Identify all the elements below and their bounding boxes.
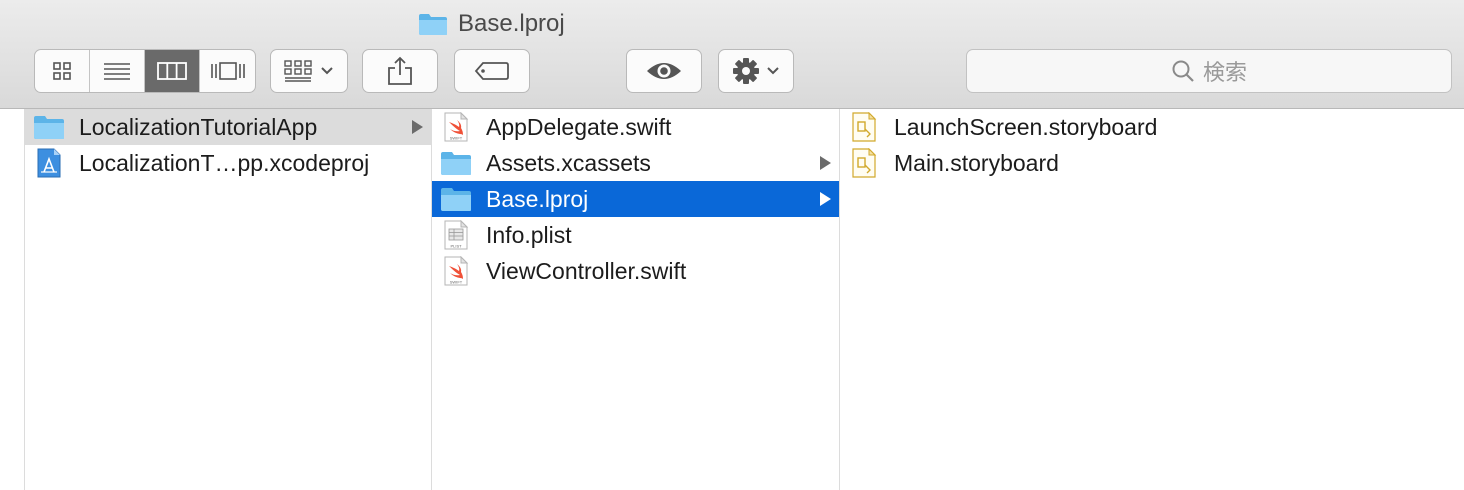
disclosure-arrow-icon [820, 192, 831, 206]
tag-icon [474, 62, 509, 80]
window-title-text: Base.lproj [458, 10, 565, 37]
list-item[interactable]: Assets.xcassets [432, 145, 839, 181]
gear-icon [733, 58, 759, 84]
eye-icon [647, 63, 681, 79]
list-item-label: AppDelegate.swift [486, 113, 672, 140]
svg-text:PLIST: PLIST [450, 244, 462, 249]
cover-flow-view-button[interactable] [200, 50, 255, 92]
tag-button[interactable] [454, 49, 530, 93]
folder-icon [33, 112, 65, 142]
svg-text:SWIFT: SWIFT [450, 280, 463, 285]
storyboard-file-icon [848, 112, 880, 142]
column-1[interactable]: LocalizationTutorialApp LocalizationT…pp.… [24, 109, 432, 490]
search-placeholder: 検索 [1202, 60, 1247, 85]
list-item[interactable]: SWIFT ViewController.swift [432, 253, 839, 289]
list-item-label: Base.lproj [486, 185, 589, 212]
list-view-button[interactable] [90, 50, 145, 92]
list-item-label: Assets.xcassets [486, 149, 651, 176]
window-title: Base.lproj [418, 8, 565, 40]
finder-window: Base.lproj 検索 LocalizationTutorialApp Lo… [0, 0, 1464, 490]
list-icon [104, 63, 130, 80]
coverflow-icon [210, 62, 245, 80]
swift-file-icon: SWIFT [440, 256, 472, 286]
disclosure-arrow-icon [412, 120, 423, 134]
quick-look-button[interactable] [626, 49, 702, 93]
chevron-down-icon [767, 67, 779, 75]
list-item[interactable]: Main.storyboard [840, 145, 1464, 181]
folder-icon [440, 148, 472, 178]
icon-view-button[interactable] [35, 50, 90, 92]
list-item-label: ViewController.swift [486, 257, 687, 284]
list-item-label: LocalizationT…pp.xcodeproj [79, 149, 370, 176]
action-button[interactable] [718, 49, 794, 93]
toolbar: Base.lproj 検索 [0, 0, 1464, 109]
arrange-grid-icon [284, 60, 312, 82]
list-item[interactable]: PLIST Info.plist [432, 217, 839, 253]
share-button[interactable] [362, 49, 438, 93]
column-3[interactable]: LaunchScreen.storyboard Main.storyboard [840, 109, 1464, 490]
swift-file-icon: SWIFT [440, 112, 472, 142]
list-item-label: Main.storyboard [894, 149, 1059, 176]
list-item[interactable]: LocalizationTutorialApp [25, 109, 431, 145]
plist-file-icon: PLIST [440, 220, 472, 250]
storyboard-file-icon [848, 148, 880, 178]
list-item[interactable]: LaunchScreen.storyboard [840, 109, 1464, 145]
arrange-button[interactable] [270, 49, 348, 93]
column-browser: LocalizationTutorialApp LocalizationT…pp.… [0, 109, 1464, 490]
folder-icon [440, 184, 472, 214]
list-item[interactable]: LocalizationT…pp.xcodeproj [25, 145, 431, 181]
list-item-label: LocalizationTutorialApp [79, 113, 318, 140]
list-item[interactable]: SWIFT AppDelegate.swift [432, 109, 839, 145]
svg-text:SWIFT: SWIFT [450, 136, 463, 141]
list-item[interactable]: Base.lproj [432, 181, 839, 217]
title-folder-icon [419, 14, 447, 35]
share-icon [388, 56, 412, 85]
view-mode-control [34, 49, 256, 93]
list-item-label: Info.plist [486, 221, 572, 248]
chevron-down-icon [321, 67, 333, 75]
grid-icon [53, 62, 71, 80]
list-item-label: LaunchScreen.storyboard [894, 113, 1158, 140]
disclosure-arrow-icon [820, 156, 831, 170]
search-icon [1172, 60, 1194, 82]
search-field[interactable]: 検索 [966, 49, 1452, 93]
columns-icon [157, 62, 187, 80]
column-view-button[interactable] [145, 50, 200, 92]
column-2[interactable]: SWIFT AppDelegate.swift Assets.xcassets Bas… [432, 109, 840, 490]
xcodeproj-icon [33, 148, 65, 178]
